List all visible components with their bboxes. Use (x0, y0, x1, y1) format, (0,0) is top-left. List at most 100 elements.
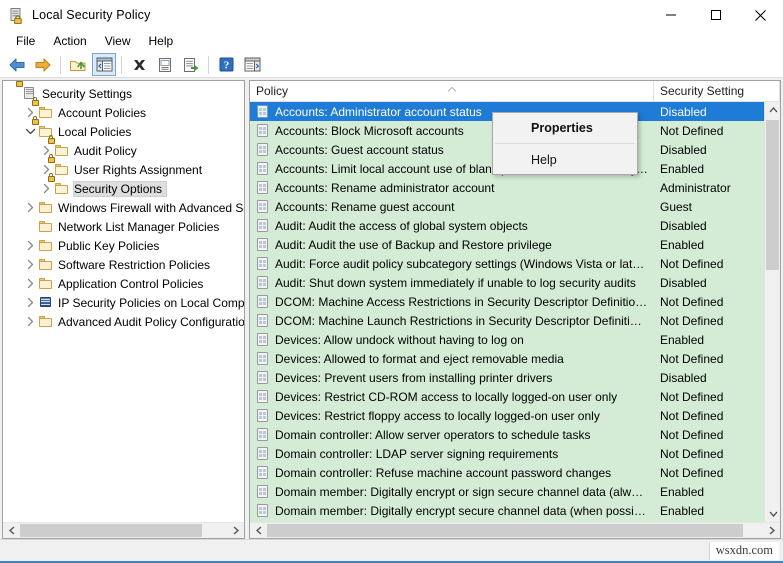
folder-icon (38, 238, 54, 254)
console-tree-pane: Security Settings Account Policies Local P… (2, 80, 245, 539)
context-menu-item-help[interactable]: Help (493, 147, 637, 172)
policy-icon (255, 446, 271, 462)
chevron-right-icon[interactable] (22, 236, 38, 255)
policy-row[interactable]: Domain controller: LDAP server signing r… (250, 444, 780, 463)
policy-icon (255, 199, 271, 215)
policy-row[interactable]: Domain member: Digitally encrypt or sign… (250, 482, 780, 501)
policy-row[interactable]: Devices: Restrict floppy access to local… (250, 406, 780, 425)
tree-node-security-options[interactable]: Security Options (3, 172, 244, 198)
tree-scroll-thumb[interactable] (20, 524, 203, 537)
list-column-headers: Policy Security Setting (250, 81, 780, 102)
tree-node-public-key-policies[interactable]: Public Key Policies (3, 236, 244, 255)
folder-lock-icon (47, 172, 70, 197)
tree-node-security-settings[interactable]: Security Settings (3, 81, 244, 103)
policy-row[interactable]: Domain controller: Refuse machine accoun… (250, 463, 780, 482)
ip-security-icon (38, 295, 54, 311)
policy-row[interactable]: Devices: Allowed to format and eject rem… (250, 349, 780, 368)
tree-node-ip-security-policies-on-local-computer[interactable]: IP Security Policies on Local Computer (3, 293, 244, 312)
tree-node-account-policies[interactable]: Account Policies (3, 96, 244, 122)
column-header-security-setting-label: Security Setting (660, 84, 745, 98)
forward-icon[interactable] (31, 53, 55, 76)
back-icon[interactable] (5, 53, 29, 76)
tree-node-local-policies[interactable]: Local Policies (3, 115, 244, 141)
toolbar-separator (121, 55, 122, 74)
list-vertical-scrollbar[interactable] (764, 102, 780, 522)
policy-row[interactable]: Audit: Force audit policy subcategory se… (250, 254, 780, 273)
chevron-right-icon[interactable] (22, 198, 38, 217)
tree-scroll-right-button[interactable] (227, 523, 244, 538)
close-button[interactable] (738, 0, 783, 30)
policy-name-cell: DCOM: Machine Access Restrictions in Sec… (275, 294, 654, 309)
tree-scroll-track[interactable] (20, 523, 227, 538)
show-hide-console-tree-icon[interactable] (92, 53, 116, 76)
menu-view[interactable]: View (96, 32, 140, 51)
tree-node-application-control-policies[interactable]: Application Control Policies (3, 274, 244, 293)
policy-row[interactable]: DCOM: Machine Access Restrictions in Sec… (250, 292, 780, 311)
chevron-right-icon[interactable] (22, 312, 38, 331)
policy-row[interactable]: Devices: Restrict CD-ROM access to local… (250, 387, 780, 406)
maximize-button[interactable] (693, 0, 738, 30)
export-list-icon[interactable] (179, 53, 203, 76)
context-menu-item-properties[interactable]: Properties (493, 115, 637, 140)
security-setting-cell: Disabled (660, 370, 707, 385)
folder-lock-icon (31, 96, 54, 121)
policy-name-cell: Audit: Shut down system immediately if u… (275, 275, 636, 290)
menu-help[interactable]: Help (140, 32, 183, 51)
chevron-right-icon[interactable] (38, 179, 54, 198)
policy-row[interactable]: Accounts: Rename administrator account Ad… (250, 178, 780, 197)
help-icon[interactable]: ? (214, 53, 238, 76)
up-folder-icon[interactable] (66, 53, 90, 76)
menu-file[interactable]: File (7, 32, 44, 51)
chevron-down-icon[interactable] (22, 122, 38, 141)
policy-row[interactable]: Domain controller: Allow server operator… (250, 425, 780, 444)
chevron-right-icon[interactable] (22, 255, 38, 274)
policy-row[interactable]: Accounts: Rename guest account Guest (250, 197, 780, 216)
tree-node-user-rights-assignment[interactable]: User Rights Assignment (3, 153, 244, 179)
security-setting-cell: Enabled (660, 503, 705, 518)
chevron-right-icon[interactable] (22, 293, 38, 312)
list-scroll-track[interactable] (267, 523, 763, 538)
policy-icon (255, 104, 271, 120)
title-bar: Local Security Policy (0, 0, 783, 30)
policy-name-cell: Domain member: Digitally encrypt secure … (275, 503, 654, 518)
policy-icon (255, 256, 271, 272)
list-scroll-right-button[interactable] (763, 523, 780, 538)
policy-row[interactable]: Audit: Audit the access of global system… (250, 216, 780, 235)
policy-row[interactable]: DCOM: Machine Launch Restrictions in Sec… (250, 311, 780, 330)
minimize-button[interactable] (648, 0, 693, 30)
tree-node-network-list-manager-policies[interactable]: Network List Manager Policies (3, 217, 244, 236)
list-scroll-down-button[interactable] (765, 506, 780, 522)
policy-icon (255, 275, 271, 291)
delete-icon[interactable] (127, 53, 151, 76)
list-scroll-up-button[interactable] (765, 102, 780, 118)
list-scroll-left-button[interactable] (250, 523, 267, 538)
policy-row[interactable]: Devices: Prevent users from installing p… (250, 368, 780, 387)
policy-name-cell: Devices: Restrict CD-ROM access to local… (275, 389, 618, 404)
column-header-policy[interactable]: Policy (250, 81, 654, 101)
list-scroll-h-thumb[interactable] (267, 524, 744, 537)
toolbar: ? (0, 52, 783, 78)
tree-node-audit-policy[interactable]: Audit Policy (3, 134, 244, 160)
watermark-label: wsxdn.com (708, 542, 779, 560)
menu-action[interactable]: Action (44, 32, 95, 51)
policy-row[interactable]: Audit: Audit the use of Backup and Resto… (250, 235, 780, 254)
column-header-security-setting[interactable]: Security Setting (654, 81, 780, 101)
console-tree[interactable]: Security Settings Account Policies Local P… (3, 81, 244, 522)
list-scroll-thumb[interactable] (766, 120, 779, 270)
policy-name-cell: Devices: Allow undock without having to … (275, 332, 524, 347)
policy-row[interactable]: Audit: Shut down system immediately if u… (250, 273, 780, 292)
tree-node-advanced-audit-policy-configuration[interactable]: Advanced Audit Policy Configuration (3, 312, 244, 331)
list-horizontal-scrollbar[interactable] (250, 522, 780, 538)
chevron-right-icon[interactable] (22, 274, 38, 293)
policy-row[interactable]: Devices: Allow undock without having to … (250, 330, 780, 349)
tree-horizontal-scrollbar[interactable] (3, 522, 244, 538)
tree-node-software-restriction-policies[interactable]: Software Restriction Policies (3, 255, 244, 274)
show-hide-action-pane-icon[interactable] (240, 53, 264, 76)
policy-name-cell: Domain member: Digitally encrypt or sign… (275, 484, 654, 499)
properties-icon[interactable] (153, 53, 177, 76)
tree-scroll-left-button[interactable] (3, 523, 20, 538)
tree-node-label: Windows Firewall with Advanced Secu (58, 200, 244, 215)
policy-name-cell: Accounts: Rename administrator account (275, 180, 495, 195)
tree-node-windows-firewall-with-advanced-secu[interactable]: Windows Firewall with Advanced Secu (3, 198, 244, 217)
policy-row[interactable]: Domain member: Digitally encrypt secure … (250, 501, 780, 520)
